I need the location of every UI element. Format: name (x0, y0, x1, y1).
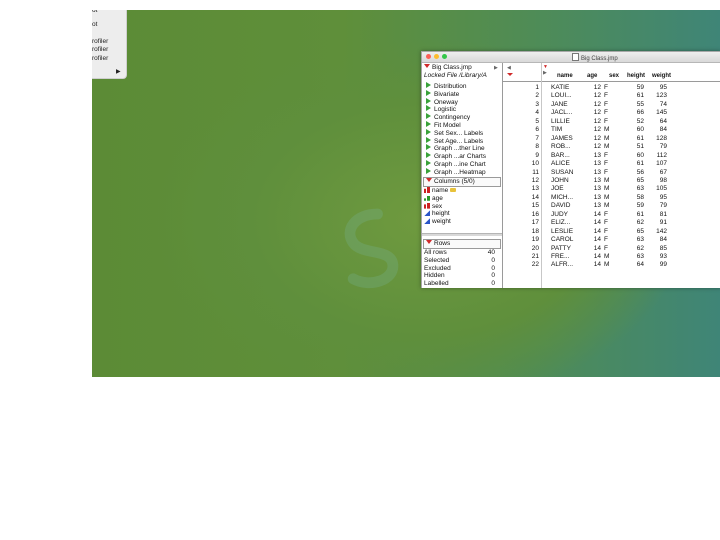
minimize-window-button[interactable] (434, 54, 439, 59)
row-stat-label: Excluded (424, 264, 451, 272)
data-grid[interactable]: ◀ ▼ ▶ name age sex height weight 1 KATIE 1… (503, 63, 720, 288)
row-stat-label: All rows (424, 249, 447, 256)
continuous-modeling-type-icon[interactable] (424, 218, 430, 225)
table-script-label: Graph ...Heatmap (434, 168, 486, 176)
play-icon (426, 105, 431, 112)
play-icon (426, 160, 431, 166)
play-icon (426, 136, 431, 143)
columns-header[interactable]: Columns (5/0) (423, 177, 501, 187)
row-stat-item: Labelled 0 (424, 280, 500, 288)
row-stat-item: All rows 40 (424, 249, 500, 257)
table-name: Big Class.jmp (432, 64, 472, 71)
table-name-row[interactable]: Big Class.jmp ▶ (422, 64, 498, 72)
row-stat-label: Hidden (424, 272, 445, 280)
window-titlebar[interactable]: Big Class.jmp (422, 52, 720, 63)
column-name: weight (432, 218, 451, 226)
play-icon (426, 121, 431, 127)
context-menu: ot ot rofiler rofiler rofiler ▶ (92, 10, 127, 79)
name-cell[interactable]: ALFR... (551, 260, 581, 269)
table-script-item[interactable]: Graph ...Heatmap (422, 167, 486, 177)
close-window-button[interactable] (426, 54, 431, 59)
column-item[interactable]: name (422, 187, 457, 195)
nominal-modeling-type-icon[interactable] (424, 187, 430, 193)
column-item[interactable]: height (422, 210, 450, 218)
row-stat-item: Hidden 0 (424, 272, 500, 280)
column-name: height (432, 210, 450, 218)
submenu-arrow-icon[interactable]: ▶ (116, 68, 121, 75)
disclosure-triangle-icon[interactable] (424, 64, 430, 68)
table-row[interactable]: 22 ALFR... 14 M 64 99 (503, 260, 720, 269)
rows-header[interactable]: Rows (423, 239, 501, 249)
menu-item[interactable]: ot (92, 21, 97, 28)
columns-header-label: Columns (5/0) (434, 178, 475, 185)
disclosure-triangle-icon[interactable] (426, 178, 432, 182)
continuous-modeling-type-icon[interactable] (424, 210, 430, 217)
column-name: sex (432, 202, 443, 210)
age-cell[interactable]: 14 (583, 260, 601, 269)
row-number-cell[interactable]: 22 (503, 260, 539, 269)
column-header-sex[interactable]: sex (609, 73, 619, 79)
height-cell[interactable]: 64 (625, 260, 644, 269)
label-tag-icon (450, 188, 457, 192)
column-header-height[interactable]: height (627, 73, 645, 79)
row-stat-value: 0 (491, 256, 495, 264)
grid-header: ◀ ▼ ▶ name age sex height weight (503, 63, 720, 82)
column-item[interactable]: weight (422, 218, 451, 226)
ordinal-modeling-type-icon[interactable] (424, 195, 430, 201)
menu-item[interactable]: rofiler (92, 46, 108, 53)
window-title: Big Class.jmp (572, 53, 618, 62)
column-item[interactable]: sex (422, 202, 443, 211)
column-item[interactable]: age (422, 195, 443, 203)
column-header-weight[interactable]: weight (652, 73, 671, 79)
row-stat-value: 0 (491, 264, 495, 272)
play-icon (426, 152, 431, 159)
row-stat-item: Excluded 0 (424, 265, 500, 273)
row-stat-item: Selected 0 (424, 257, 500, 265)
expand-arrow-icon[interactable]: ▶ (494, 64, 498, 72)
play-icon (426, 167, 431, 174)
row-stat-value: 0 (491, 272, 495, 280)
play-icon (426, 97, 431, 104)
play-icon (426, 82, 431, 88)
play-icon (426, 128, 431, 135)
nav-right-icon[interactable]: ▶ (543, 70, 547, 76)
row-stat-label: Labelled (424, 280, 449, 288)
column-name: name (432, 187, 449, 194)
menu-item[interactable]: rofiler (92, 38, 108, 45)
row-stat-value: 0 (491, 280, 495, 288)
zoom-window-button[interactable] (442, 54, 447, 59)
grid-disclosure-icon[interactable] (507, 73, 513, 76)
document-icon (572, 53, 579, 61)
menu-item[interactable]: ot (92, 10, 97, 14)
locked-file-path: Locked File /Library/A (424, 72, 487, 79)
data-table-window: Big Class.jmp Big Class.jmp ▶ Locked Fil… (421, 51, 720, 288)
nav-left-icon[interactable]: ◀ (507, 65, 511, 71)
row-stat-label: Selected (424, 256, 450, 264)
disclosure-triangle-icon[interactable] (426, 240, 432, 244)
menu-item[interactable]: rofiler (92, 55, 108, 62)
nominal-modeling-type-icon[interactable] (424, 202, 430, 209)
rows-header-label: Rows (434, 240, 451, 247)
play-icon (426, 89, 431, 96)
column-name: age (432, 194, 443, 202)
column-header-name[interactable]: name (557, 73, 573, 79)
window-title-text: Big Class.jmp (581, 56, 618, 62)
table-panel: Big Class.jmp ▶ Locked File /Library/A D… (422, 63, 503, 288)
row-stat-value: 40 (487, 249, 495, 256)
sas-logo-watermark (344, 208, 399, 289)
play-icon (426, 113, 431, 120)
panel-divider[interactable] (422, 233, 502, 236)
column-header-age[interactable]: age (587, 73, 597, 79)
weight-cell[interactable]: 99 (649, 260, 667, 269)
play-icon (426, 144, 431, 151)
sex-cell[interactable]: M (604, 260, 614, 269)
